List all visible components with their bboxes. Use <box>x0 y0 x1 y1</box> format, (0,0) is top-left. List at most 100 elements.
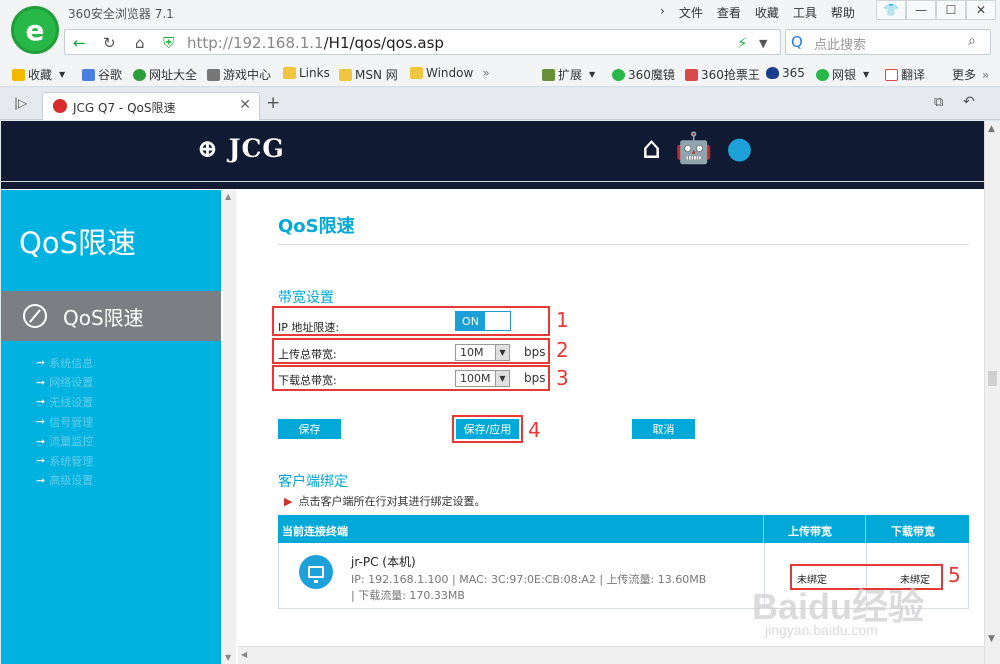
device-info: IP: 192.168.1.100 | MAC: 3C:97:0E:CB:08:… <box>351 572 751 604</box>
bookmark-label: 谷歌 <box>98 68 123 82</box>
cancel-button[interactable]: 取消 <box>632 419 695 439</box>
dropdown-icon[interactable]: ▼ <box>589 70 595 79</box>
menu-favorites[interactable]: 收藏 <box>755 4 779 21</box>
dropdown-icon[interactable]: ▼ <box>759 37 767 50</box>
menu-tools[interactable]: 工具 <box>793 4 817 21</box>
more-chevron-icon[interactable]: » <box>482 66 489 80</box>
bookmark-msn[interactable]: MSN 网 <box>339 66 398 83</box>
bookmark-365[interactable]: 365 <box>766 66 805 80</box>
menu-bar: › 文件 查看 收藏 工具 帮助 <box>660 4 869 21</box>
yen-icon <box>816 68 829 81</box>
bookmark-translate[interactable]: 翻译 <box>885 66 925 83</box>
url-host: http://192.168.1.1 <box>187 34 324 52</box>
bookmark-360-tickets[interactable]: 360抢票王 <box>685 66 760 83</box>
search-box[interactable]: Q 点此搜索 ⌕ <box>785 29 991 55</box>
tab-qos[interactable]: JCG Q7 - QoS限速 ✕ <box>42 92 260 120</box>
arrow-right-icon: ➞ <box>36 375 46 389</box>
page-title: QoS限速 <box>278 216 355 237</box>
scroll-down-icon[interactable]: ▼ <box>988 634 995 644</box>
search-icon[interactable]: ⌕ <box>968 33 976 49</box>
home-icon[interactable]: ⌂ <box>135 34 145 52</box>
bookmark-label: 网银 <box>832 68 857 82</box>
scroll-down-icon[interactable]: ▼ <box>225 653 231 662</box>
bookmark-label: 360抢票王 <box>701 68 760 82</box>
bookmark-links[interactable]: Links <box>283 66 330 80</box>
horizontal-scrollbar[interactable]: ◀ <box>238 646 984 664</box>
bookmark-google[interactable]: 谷歌 <box>82 66 122 83</box>
sidebar-toggle-icon[interactable]: |▷ <box>14 96 27 110</box>
bookmark-ebank[interactable]: 网银 ▼ <box>816 66 869 83</box>
bookmark-more[interactable]: 更多 » <box>952 66 989 83</box>
url-text[interactable]: http://192.168.1.1/H1/qos/qos.asp <box>187 34 444 52</box>
scrollbar-thumb[interactable] <box>988 371 997 386</box>
scroll-up-icon[interactable]: ▲ <box>988 124 995 134</box>
sidebar-item-qos[interactable]: QoS限速 <box>1 291 221 341</box>
sidebar-scrollbar[interactable]: ▲ ▼ <box>223 190 236 664</box>
computer-icon <box>299 555 333 589</box>
menu-file[interactable]: 文件 <box>679 4 703 21</box>
device-info-line2: | 下载流量: 170.33MB <box>351 589 465 602</box>
bookmark-extensions[interactable]: 扩展 ▼ <box>542 66 595 83</box>
android-icon[interactable]: 🤖 <box>675 133 712 165</box>
undo-close-icon[interactable]: ↶ <box>963 94 975 110</box>
new-tab-icon[interactable]: + <box>266 93 280 113</box>
bookmark-label: MSN 网 <box>355 68 398 82</box>
baidu-watermark-url: jingyan.baidu.com <box>765 622 878 638</box>
sidebar-item-network[interactable]: ➞ 网络设置 <box>36 373 93 393</box>
bookmark-window[interactable]: Window » <box>410 66 490 80</box>
dropdown-icon[interactable]: ▼ <box>59 70 65 79</box>
banner-divider <box>1 181 984 182</box>
bookmark-label: 网址大全 <box>149 68 198 82</box>
bookmark-favorites[interactable]: 收藏 ▼ <box>12 66 65 83</box>
col-device: 当前连接终端 <box>282 525 348 538</box>
restore-tabs-icon[interactable]: ⧉ <box>934 95 943 110</box>
maximize-button[interactable]: ☐ <box>936 0 966 20</box>
ticket-icon <box>685 68 698 81</box>
sidebar-item-system-info[interactable]: ➞ 系统信息 <box>36 353 93 373</box>
sidebar-item-system-mgmt[interactable]: ➞ 系统管理 <box>36 451 93 471</box>
bookmark-label: 365 <box>782 66 805 80</box>
save-button[interactable]: 保存 <box>278 419 341 439</box>
bookmark-360-mirror[interactable]: 360魔镜 <box>612 66 675 83</box>
back-icon[interactable]: ← <box>73 34 86 52</box>
bookmark-label: Links <box>299 66 330 80</box>
bookmark-label: 360魔镜 <box>628 68 675 82</box>
refresh-icon[interactable]: ↻ <box>103 34 116 52</box>
close-button[interactable]: ✕ <box>966 0 996 20</box>
menu-view[interactable]: 查看 <box>717 4 741 21</box>
sidebar-item-advanced[interactable]: ➞ 高级设置 <box>36 471 93 491</box>
sidebar-item-signal[interactable]: ➞ 信号管理 <box>36 412 93 432</box>
scroll-up-icon[interactable]: ▲ <box>225 192 231 201</box>
menu-help[interactable]: 帮助 <box>831 4 855 21</box>
banner-icons: ⌂ 🤖 ● <box>642 133 753 165</box>
bookmark-hao123[interactable]: 网址大全 <box>133 66 197 83</box>
annotation-number-5: 5 <box>948 563 961 587</box>
address-bar[interactable]: ← ↻ ⌂ ⛨ http://192.168.1.1/H1/qos/qos.as… <box>64 29 781 55</box>
search-input[interactable]: 点此搜索 <box>814 34 866 53</box>
tab-close-icon[interactable]: ✕ <box>239 97 251 113</box>
home-icon[interactable]: ⌂ <box>642 133 661 165</box>
sidebar-nav: ➞ 系统信息 ➞ 网络设置 ➞ 无线设置 ➞ 信号管理 ➞ 流量监控 ➞ 系统管理 ➞ 高级设… <box>36 353 93 490</box>
bookmark-games[interactable]: 游戏中心 <box>207 66 271 83</box>
page-scrollbar[interactable]: ▲ ▼ <box>984 121 1000 664</box>
device-info-line1: IP: 192.168.1.100 | MAC: 3C:97:0E:CB:08:… <box>351 573 707 586</box>
sidebar: QoS限速 QoS限速 ➞ 系统信息 ➞ 网络设置 ➞ 无线设置 ➞ 信号管理 ➞ 流量监… <box>1 190 221 664</box>
apple-icon[interactable]: ● <box>726 133 752 165</box>
arrow-right-icon: ➞ <box>36 395 46 409</box>
scroll-left-icon[interactable]: ◀ <box>241 650 247 659</box>
sidebar-item-traffic[interactable]: ➞ 流量监控 <box>36 431 93 451</box>
sidebar-item-wireless[interactable]: ➞ 无线设置 <box>36 392 93 412</box>
col-upload: 上传带宽 <box>788 525 832 538</box>
annotation-box-3 <box>272 365 550 391</box>
column-divider <box>865 515 866 543</box>
title-bar: 360安全浏览器 7.1 › 文件 查看 收藏 工具 帮助 👕 — ☐ ✕ <box>0 0 1000 25</box>
skin-icon[interactable]: 👕 <box>876 0 906 20</box>
bookmark-label: 收藏 <box>28 68 53 82</box>
lightning-icon[interactable]: ⚡ <box>737 34 748 52</box>
chevron-right-icon[interactable]: › <box>660 4 665 21</box>
client-table-header: 当前连接终端 上传带宽 下载带宽 <box>278 515 969 543</box>
minimize-button[interactable]: — <box>906 0 936 20</box>
client-binding-title: 客户端绑定 <box>278 474 348 490</box>
dropdown-icon[interactable]: ▼ <box>863 70 869 79</box>
search-engine-icon[interactable]: Q <box>791 33 803 51</box>
